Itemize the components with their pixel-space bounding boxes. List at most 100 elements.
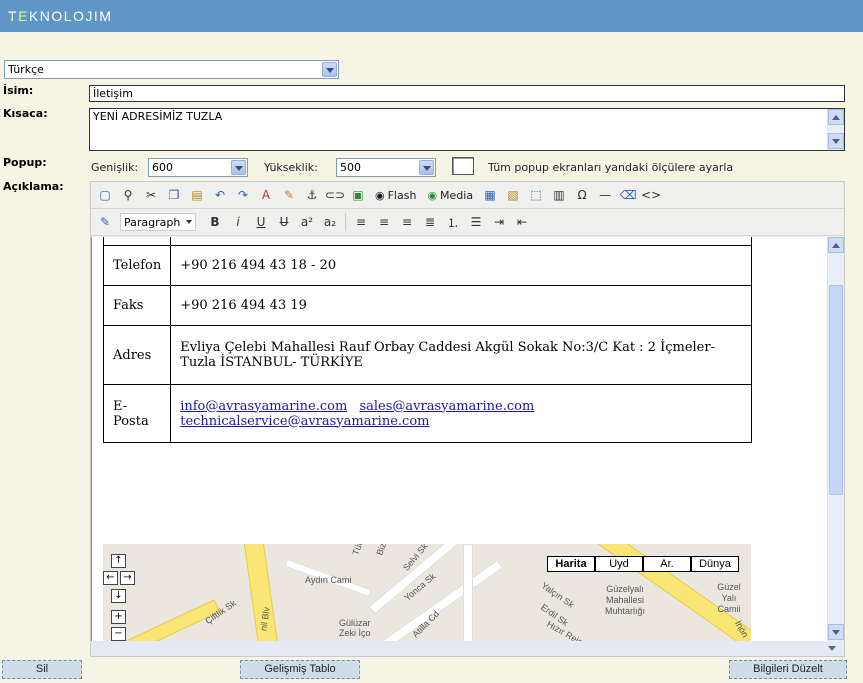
template-icon[interactable]: ▥ bbox=[549, 185, 569, 205]
undo-icon[interactable]: ↶ bbox=[210, 185, 230, 205]
superscript-icon[interactable]: a² bbox=[297, 212, 317, 232]
map-type-dunya[interactable]: Dünya bbox=[691, 556, 739, 572]
image-icon[interactable]: ▣ bbox=[348, 185, 368, 205]
media-button[interactable]: ◉ Media bbox=[423, 185, 477, 205]
scroll-up-icon[interactable] bbox=[828, 237, 844, 253]
scroll-thumb[interactable] bbox=[829, 285, 843, 495]
advanced-table-button[interactable]: Gelişmiş Tablo bbox=[240, 660, 360, 679]
language-select[interactable]: Türkçe bbox=[4, 60, 339, 79]
flash-button[interactable]: ◉ Flash bbox=[371, 185, 420, 205]
outdent-icon[interactable]: ⇤ bbox=[512, 212, 532, 232]
align-left-icon[interactable]: ≡ bbox=[351, 212, 371, 232]
embedded-map[interactable]: ↑ ← → ↓ + − Aydın Cami Selvi Sk Yonca Sk… bbox=[103, 544, 751, 641]
popup-resize-checkbox[interactable] bbox=[452, 157, 474, 175]
kisaca-scrollbar[interactable] bbox=[827, 109, 844, 150]
table-value: +90 216 494 43 19 bbox=[170, 285, 752, 326]
select-all-icon[interactable]: ▢ bbox=[95, 185, 115, 205]
kisaca-text: YENİ ADRESİMİZ TUZLA bbox=[93, 110, 223, 123]
anchor-icon[interactable]: ⚓ bbox=[302, 185, 322, 205]
map-pan-left-button[interactable]: ← bbox=[103, 571, 118, 585]
cut-icon[interactable]: ✂ bbox=[141, 185, 161, 205]
table-props-icon[interactable]: ▧ bbox=[503, 185, 523, 205]
width-label: Genişlik: bbox=[91, 161, 139, 174]
isim-input[interactable]: İletişim bbox=[89, 85, 845, 102]
chevron-down-icon[interactable] bbox=[231, 160, 246, 175]
delete-button[interactable]: Sil bbox=[2, 660, 82, 679]
scroll-up-icon[interactable] bbox=[828, 109, 844, 125]
italic-icon[interactable]: i bbox=[228, 212, 248, 232]
map-pan-down-button[interactable]: ↓ bbox=[111, 589, 126, 603]
strikethrough-icon[interactable]: U bbox=[274, 212, 294, 232]
binoculars-icon[interactable]: ⚲ bbox=[118, 185, 138, 205]
edit-icon[interactable]: ✎ bbox=[95, 212, 115, 232]
scroll-down-icon[interactable] bbox=[828, 624, 844, 640]
highlight-icon[interactable]: ✎ bbox=[279, 185, 299, 205]
map-road bbox=[382, 559, 504, 641]
email-link[interactable]: sales@avrasyamarine.com bbox=[359, 399, 534, 414]
format-select[interactable]: Paragraph bbox=[120, 213, 196, 231]
map-label: Güzelyalı Mahallesi Muhtarlığı bbox=[604, 584, 646, 616]
special-char-icon[interactable]: Ω bbox=[572, 185, 592, 205]
map-label: Aydın Cami bbox=[305, 575, 352, 585]
underline-icon[interactable]: U bbox=[251, 212, 271, 232]
map-label: Gülüzar Zeki İço bbox=[339, 618, 371, 638]
link-icon[interactable]: ⊂⊃ bbox=[325, 185, 345, 205]
html-source-icon[interactable]: <> bbox=[641, 185, 661, 205]
scroll-down-icon[interactable] bbox=[828, 133, 844, 149]
table-value: +90 216 494 43 18 - 20 bbox=[170, 245, 752, 286]
editor-vertical-scrollbar[interactable] bbox=[827, 237, 844, 641]
align-right-icon[interactable]: ≡ bbox=[397, 212, 417, 232]
map-zoom-out-button[interactable]: − bbox=[111, 627, 126, 641]
bullet-list-icon[interactable]: ☰ bbox=[466, 212, 486, 232]
height-select-value: 500 bbox=[340, 161, 361, 174]
email-link[interactable]: info@avrasyamarine.com bbox=[180, 399, 347, 414]
email-link[interactable]: technicalservice@avrasyamarine.com bbox=[180, 414, 429, 429]
map-road bbox=[463, 544, 473, 641]
chevron-down-icon[interactable] bbox=[322, 62, 337, 77]
map-label: Güzel Yalı Camii bbox=[717, 582, 741, 614]
align-justify-icon[interactable]: ≣ bbox=[420, 212, 440, 232]
contact-table: Telefon +90 216 494 43 18 - 20 Faks +90 … bbox=[102, 237, 752, 443]
save-button[interactable]: Bilgileri Düzelt bbox=[729, 660, 847, 679]
map-pan-right-button[interactable]: → bbox=[120, 571, 135, 585]
map-zoom-in-button[interactable]: + bbox=[111, 610, 126, 624]
table-row: Telefon +90 216 494 43 18 - 20 bbox=[102, 245, 752, 286]
width-select[interactable]: 600 bbox=[148, 158, 248, 177]
toolbar-separator bbox=[345, 213, 346, 231]
isim-label: İsim: bbox=[3, 84, 34, 97]
bold-icon[interactable]: B bbox=[205, 212, 225, 232]
flash-icon: ◉ bbox=[375, 188, 385, 202]
table-icon[interactable]: ▦ bbox=[480, 185, 500, 205]
table-row: Adres Evliya Çelebi Mahallesi Rauf Orbay… bbox=[102, 325, 752, 385]
align-center-icon[interactable]: ≡ bbox=[374, 212, 394, 232]
copy-icon[interactable]: ❐ bbox=[164, 185, 184, 205]
subscript-icon[interactable]: a₂ bbox=[320, 212, 340, 232]
horizontal-rule-icon[interactable]: — bbox=[595, 185, 615, 205]
paste-icon[interactable]: ▤ bbox=[187, 185, 207, 205]
popup-label: Popup: bbox=[3, 156, 47, 169]
map-type-ar[interactable]: Ar. bbox=[643, 556, 691, 572]
indent-icon[interactable]: ⇥ bbox=[489, 212, 509, 232]
header-bar: TEKNOLOJIM bbox=[0, 0, 863, 32]
media-icon: ◉ bbox=[427, 188, 438, 202]
editor-content[interactable]: Telefon +90 216 494 43 18 - 20 Faks +90 … bbox=[91, 237, 828, 641]
map-pan-up-button[interactable]: ↑ bbox=[111, 554, 126, 568]
redo-icon[interactable]: ↷ bbox=[233, 185, 253, 205]
map-label: Biz bbox=[374, 544, 389, 557]
table-key: Telefon bbox=[102, 245, 172, 286]
map-label: Tül bbox=[350, 544, 365, 557]
visual-aid-icon[interactable]: ⬚ bbox=[526, 185, 546, 205]
eraser-icon[interactable]: ⌫ bbox=[618, 185, 638, 205]
height-select[interactable]: 500 bbox=[336, 158, 436, 177]
table-key: Adres bbox=[102, 325, 172, 385]
kisaca-textarea[interactable]: YENİ ADRESİMİZ TUZLA bbox=[89, 108, 845, 151]
map-type-harita[interactable]: Harita bbox=[547, 556, 595, 572]
table-key: Faks bbox=[102, 285, 172, 326]
font-color-icon[interactable]: A bbox=[256, 185, 276, 205]
editor-resize-bar[interactable] bbox=[91, 641, 844, 656]
map-type-uyd[interactable]: Uyd bbox=[595, 556, 643, 572]
height-label: Yükseklik: bbox=[264, 161, 318, 174]
table-value: info@avrasyamarine.com sales@avrasyamari… bbox=[170, 384, 752, 443]
chevron-down-icon[interactable] bbox=[419, 160, 434, 175]
numbered-list-icon[interactable]: ⒈ bbox=[443, 212, 463, 232]
